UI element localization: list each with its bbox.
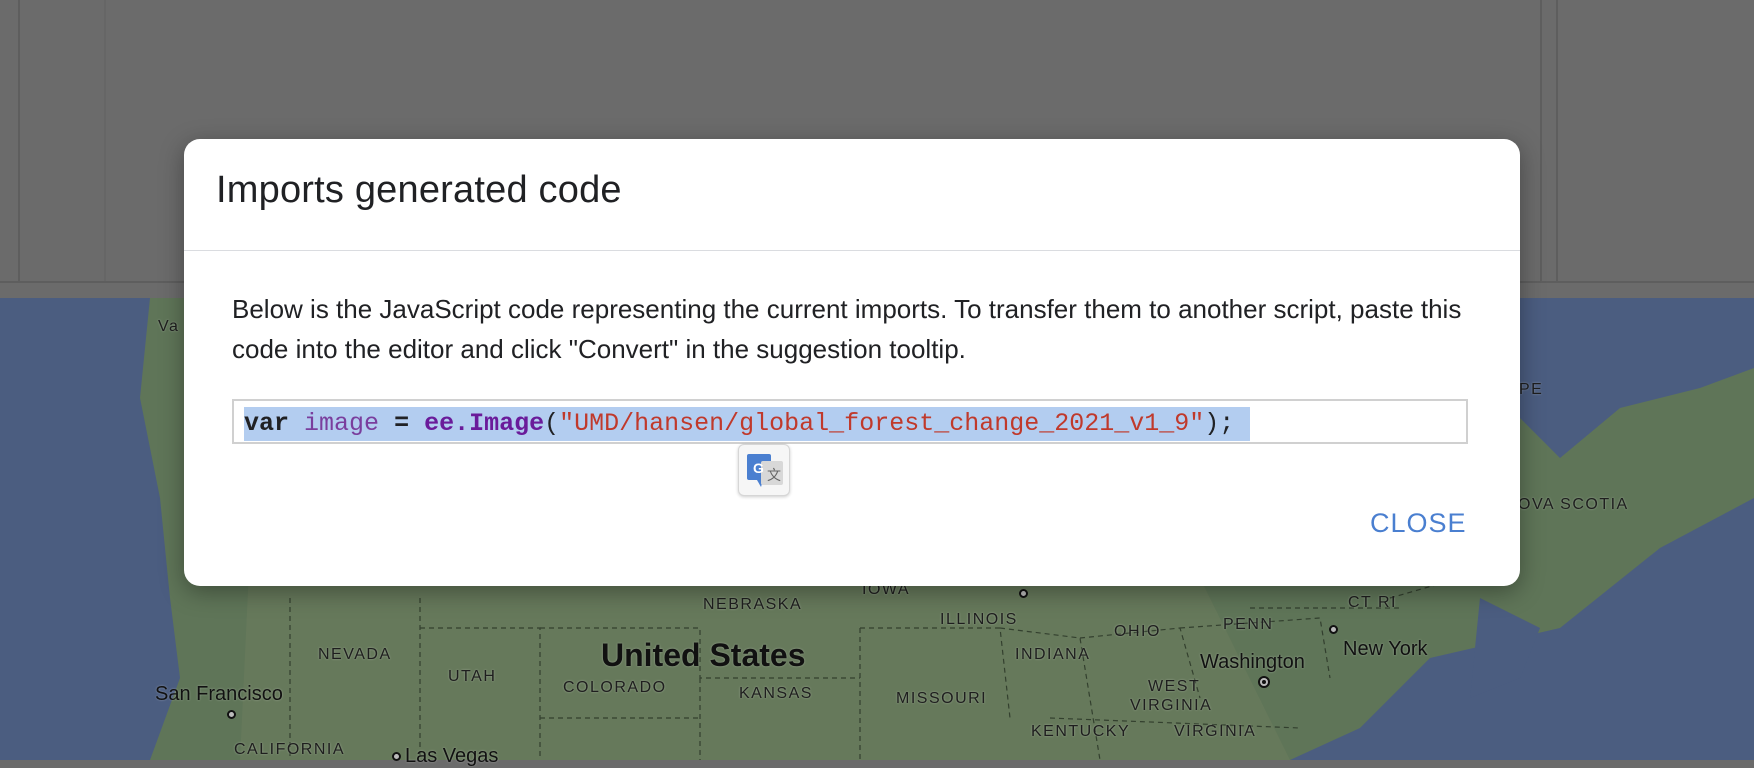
map-label-west-virginia-2: VIRGINIA [1130, 697, 1213, 714]
map-label-utah: UTAH [448, 668, 497, 685]
code-function: ee.Image [424, 409, 545, 438]
code-textbox[interactable]: var image = ee.Image("UMD/hansen/global_… [232, 399, 1468, 444]
dialog-divider [184, 250, 1520, 251]
map-city-dot-san-francisco [227, 710, 236, 719]
code-string: "UMD/hansen/global_forest_change_2021_v1… [559, 409, 1205, 438]
map-city-dot-new-york [1329, 625, 1338, 634]
code-keyword: var [244, 409, 290, 438]
pane-divider-left [18, 0, 20, 283]
map-label-ohio: OHIO [1114, 623, 1161, 640]
close-button[interactable]: CLOSE [1370, 508, 1467, 539]
code-close: ); [1204, 409, 1235, 438]
map-label-nova-scotia: OVA SCOTIA [1518, 496, 1629, 513]
pane-divider-right [1540, 0, 1542, 283]
map-label-new-york: New York [1343, 638, 1428, 660]
map-city-dot-chicago [1019, 589, 1028, 598]
map-label-colorado: COLORADO [563, 679, 667, 696]
map-label-va-partial: Va [158, 318, 180, 335]
svg-text:G: G [753, 460, 764, 476]
imports-code-dialog: Imports generated code Below is the Java… [184, 139, 1520, 586]
code-open-paren: ( [544, 409, 560, 438]
map-label-illinois: ILLINOIS [940, 611, 1018, 628]
map-label-penn: PENN [1223, 616, 1274, 633]
map-label-missouri: MISSOURI [896, 690, 988, 707]
svg-text:文: 文 [767, 468, 781, 484]
pane-divider-right-2 [1556, 0, 1558, 283]
map-label-pe: PE [1519, 381, 1544, 398]
map-label-virginia: VIRGINIA [1174, 723, 1257, 740]
map-label-washington: Washington [1200, 651, 1305, 673]
map-label-kentucky: KENTUCKY [1031, 723, 1131, 740]
code-line-selected[interactable]: var image = ee.Image("UMD/hansen/global_… [244, 407, 1251, 441]
map-label-country: United States [601, 637, 806, 673]
dialog-description: Below is the JavaScript code representin… [232, 294, 1462, 364]
dialog-title: Imports generated code [216, 169, 622, 211]
map-label-san-francisco: San Francisco [155, 683, 283, 705]
map-label-kansas: KANSAS [739, 685, 813, 702]
map-label-nebraska: NEBRASKA [703, 596, 803, 613]
google-translate-button[interactable]: G 文 [738, 444, 790, 496]
google-translate-icon: G 文 [747, 454, 783, 487]
map-label-ct-ri: CT RI [1348, 594, 1397, 611]
map-label-las-vegas: Las Vegas [405, 745, 499, 767]
map-label-indiana: INDIANA [1015, 646, 1091, 663]
code-operator: = [394, 409, 410, 438]
map-label-west-virginia-1: WEST [1148, 678, 1201, 695]
code-variable: image [304, 409, 380, 438]
map-capital-dot-washington [1258, 676, 1270, 688]
map-label-nevada: NEVADA [318, 646, 392, 663]
pane-divider-left-inner [104, 0, 106, 283]
map-label-california: CALIFORNIA [234, 741, 346, 758]
